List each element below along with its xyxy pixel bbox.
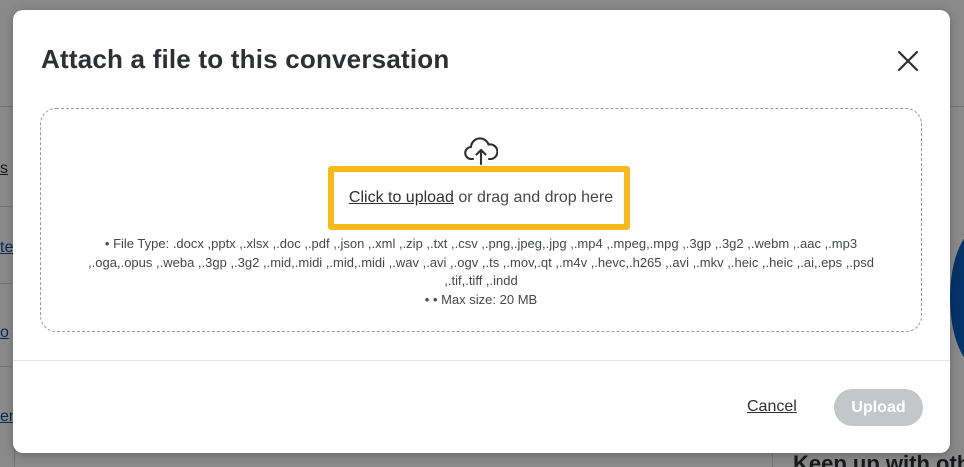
attach-file-dialog: Attach a file to this conversation Click… bbox=[13, 10, 950, 453]
upload-instruction: Click to upload or drag and drop here bbox=[41, 189, 921, 207]
dialog-title: Attach a file to this conversation bbox=[41, 44, 450, 74]
upload-button[interactable]: Upload bbox=[834, 389, 923, 426]
file-type-line: • File Type: .docx ,pptx ,.xlsx ,.doc ,.… bbox=[104, 236, 858, 251]
file-requirements: • File Type: .docx ,pptx ,.xlsx ,.doc ,.… bbox=[81, 235, 881, 309]
cloud-upload-icon bbox=[464, 137, 498, 165]
file-dropzone[interactable]: Click to upload or drag and drop here • … bbox=[40, 108, 922, 332]
drag-drop-text: or drag and drop here bbox=[458, 189, 614, 206]
click-to-upload-link[interactable]: Click to upload bbox=[349, 189, 454, 206]
file-type-line: ,.oga,.opus ,.weba ,.3gp ,.3g2 ,.mid,.mi… bbox=[88, 254, 874, 270]
close-icon bbox=[897, 50, 919, 72]
file-type-line: ,.tif,.tiff ,.indd bbox=[444, 273, 518, 288]
max-size-text: • • Max size: 20 MB bbox=[424, 291, 538, 307]
footer-divider bbox=[13, 360, 950, 361]
close-button[interactable] bbox=[893, 46, 923, 76]
cancel-button[interactable]: Cancel bbox=[747, 398, 797, 416]
